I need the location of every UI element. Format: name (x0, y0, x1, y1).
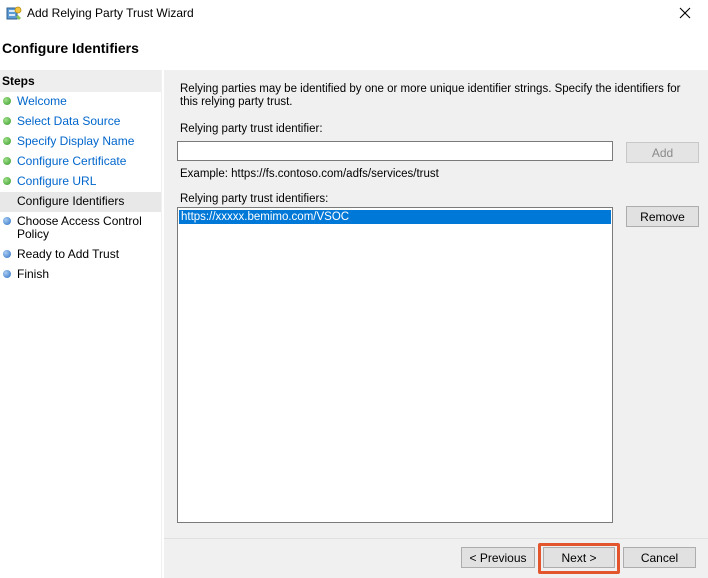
step-label: Ready to Add Trust (17, 247, 120, 261)
steps-panel: Steps Welcome Select Data Source Specify D… (0, 70, 162, 578)
completed-step-icon (3, 117, 11, 125)
step-label: Configure Identifiers (17, 194, 125, 208)
step-item[interactable]: Select Data Source (0, 112, 161, 132)
pending-step-icon (3, 217, 11, 225)
identifiers-list[interactable]: https://xxxxx.bemimo.com/VSOC (177, 207, 613, 523)
cancel-button[interactable]: Cancel (623, 547, 696, 568)
intro-text: Relying parties may be identified by one… (180, 83, 681, 108)
previous-button[interactable]: < Previous (461, 547, 535, 568)
main-content: Relying parties may be identified by one… (164, 70, 708, 538)
identifier-label: Relying party trust identifier: (180, 123, 323, 135)
window-title: Add Relying Party Trust Wizard (27, 6, 194, 20)
step-label[interactable]: Configure URL (17, 174, 96, 188)
wizard-footer: < Previous Next > Cancel (164, 538, 708, 578)
adfs-wizard-icon (6, 5, 22, 21)
step-label[interactable]: Specify Display Name (17, 134, 134, 148)
step-item: Choose Access Control Policy (0, 212, 161, 245)
add-button[interactable]: Add (626, 142, 699, 163)
close-button[interactable] (662, 0, 708, 28)
step-label[interactable]: Select Data Source (17, 114, 120, 128)
step-label[interactable]: Welcome (17, 94, 67, 108)
completed-step-icon (3, 157, 11, 165)
completed-step-icon (3, 97, 11, 105)
page-title: Configure Identifiers (2, 40, 139, 56)
next-button[interactable]: Next > (543, 547, 615, 568)
step-item: Configure Identifiers (0, 192, 161, 212)
list-item[interactable]: https://xxxxx.bemimo.com/VSOC (179, 210, 611, 224)
steps-header: Steps (0, 70, 161, 92)
completed-step-icon (3, 137, 11, 145)
pending-step-icon (3, 270, 11, 278)
completed-step-icon (3, 177, 11, 185)
completed-step-icon (3, 197, 11, 205)
step-item[interactable]: Configure URL (0, 172, 161, 192)
steps-list: Welcome Select Data Source Specify Display… (0, 92, 161, 285)
pending-step-icon (3, 250, 11, 258)
step-item[interactable]: Specify Display Name (0, 132, 161, 152)
step-label: Choose Access Control Policy (17, 214, 142, 241)
remove-button[interactable]: Remove (626, 206, 699, 227)
step-item[interactable]: Configure Certificate (0, 152, 161, 172)
identifiers-list-label: Relying party trust identifiers: (180, 193, 329, 205)
step-label: Finish (17, 267, 50, 281)
step-item: Finish (0, 265, 161, 285)
step-item: Ready to Add Trust (0, 245, 161, 265)
identifier-input[interactable] (177, 141, 613, 161)
step-item[interactable]: Welcome (0, 92, 161, 112)
close-icon (679, 7, 691, 22)
title-bar: Add Relying Party Trust Wizard (0, 0, 708, 28)
step-label[interactable]: Configure Certificate (17, 154, 126, 168)
example-text: Example: https://fs.contoso.com/adfs/ser… (180, 168, 439, 180)
